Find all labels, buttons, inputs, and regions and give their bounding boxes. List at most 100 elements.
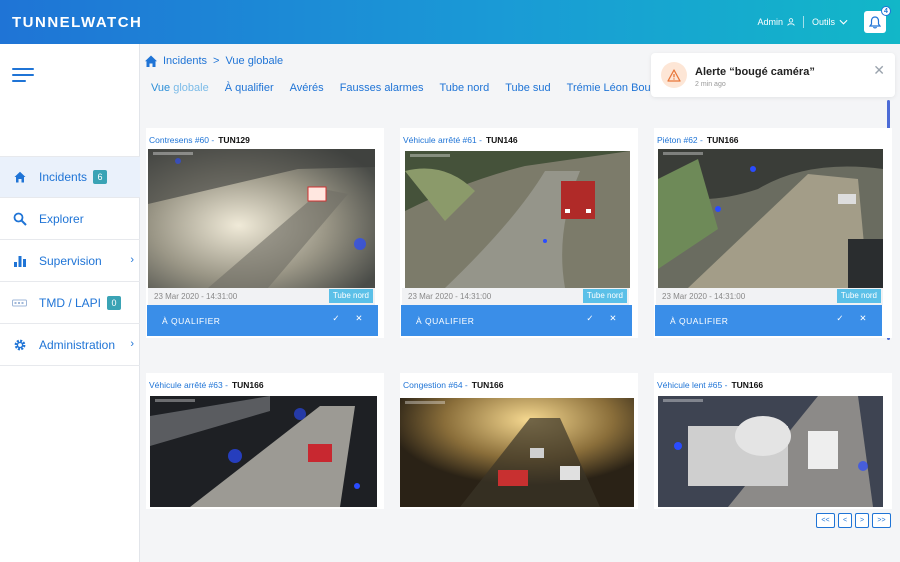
- location-tag: Tube nord: [582, 289, 627, 303]
- camera-image: [150, 396, 377, 507]
- camera-image: [400, 398, 634, 507]
- title-separator: -: [724, 380, 728, 390]
- incident-type: Piéton #62: [657, 135, 698, 145]
- search-icon: [12, 211, 27, 226]
- camera-timestamp: [155, 399, 195, 402]
- chevron-right-icon: ›: [130, 338, 134, 350]
- pagination-last-button[interactable]: >>: [872, 513, 891, 528]
- tools-menu[interactable]: Outils: [812, 17, 848, 27]
- camera-snapshot[interactable]: [405, 151, 630, 288]
- tab-vue-globale[interactable]: Vue globale: [151, 82, 209, 94]
- sidebar-item-label: Administration: [39, 337, 116, 352]
- card-title: Véhicule arrêté #63 - TUN166: [149, 380, 264, 390]
- header-actions: Admin Outils 4: [757, 6, 891, 34]
- tools-label: Outils: [811, 17, 835, 27]
- user-label: Admin: [757, 17, 783, 27]
- camera-snapshot[interactable]: [400, 398, 634, 507]
- user-menu[interactable]: Admin: [757, 17, 795, 27]
- incident-date: 23 Mar 2020 - 14:31:00: [662, 292, 746, 301]
- check-icon[interactable]: ✓: [332, 313, 340, 324]
- incident-date: 23 Mar 2020 - 14:31:00: [408, 292, 492, 301]
- pagination-first-button[interactable]: <<: [816, 513, 835, 528]
- incident-date: 23 Mar 2020 - 14:31:00: [154, 292, 238, 301]
- plate-icon: [12, 295, 27, 310]
- home-icon[interactable]: [144, 54, 158, 68]
- camera-image: [658, 396, 883, 507]
- card-meta: 23 Mar 2020 - 14:31:00 Tube nord: [656, 288, 883, 305]
- breadcrumb-separator: >: [213, 55, 220, 67]
- top-bar: TUNNELWATCH Admin Outils 4: [0, 0, 900, 44]
- card-title: Véhicule arrêté #61 - TUN146: [403, 135, 518, 145]
- sidebar-item-incidents[interactable]: Incidents 6: [0, 156, 140, 198]
- card-title: Véhicule lent #65 - TUN166: [657, 380, 763, 390]
- card-title: Piéton #62 - TUN166: [657, 135, 739, 145]
- tab-averes[interactable]: Avérés: [290, 82, 324, 94]
- close-icon[interactable]: ✕: [609, 313, 617, 324]
- tunnel-id: TUN166: [231, 380, 264, 390]
- qualify-button[interactable]: À QUALIFIER: [416, 316, 474, 326]
- qualify-button[interactable]: À QUALIFIER: [162, 316, 220, 326]
- notifications-button[interactable]: 4: [864, 6, 891, 33]
- sidebar-item-label: Explorer: [39, 211, 84, 226]
- qualify-bar: À QUALIFIER ✓ ✕: [401, 305, 632, 336]
- camera-snapshot[interactable]: [658, 396, 883, 507]
- sidebar-item-label: Supervision: [39, 253, 102, 268]
- tunnel-id: TUN166: [471, 380, 504, 390]
- tab-a-qualifier[interactable]: À qualifier: [225, 82, 274, 94]
- title-separator: -: [225, 380, 228, 390]
- tab-tube-nord[interactable]: Tube nord: [439, 82, 489, 94]
- sidebar-item-label: Incidents: [39, 170, 88, 184]
- pagination-prev-button[interactable]: <: [838, 513, 852, 528]
- camera-timestamp: [663, 152, 703, 155]
- camera-snapshot[interactable]: [150, 396, 377, 507]
- incident-type: Véhicule arrêté #63: [149, 380, 223, 390]
- chevron-down-icon: [839, 19, 848, 25]
- home-icon: [12, 170, 27, 185]
- breadcrumb-root[interactable]: Incidents: [163, 55, 207, 67]
- sidebar-item-tmd-lapi[interactable]: TMD / LAPI 0: [0, 282, 140, 324]
- camera-snapshot[interactable]: [148, 149, 375, 288]
- check-icon[interactable]: ✓: [586, 313, 594, 324]
- card-meta: 23 Mar 2020 - 14:31:00 Tube nord: [148, 288, 375, 305]
- card-meta: 23 Mar 2020 - 14:31:00 Tube nord: [402, 288, 629, 305]
- tunnel-id: TUN146: [485, 135, 518, 145]
- camera-timestamp: [410, 154, 450, 157]
- sidebar-item-supervision[interactable]: Supervision ›: [0, 240, 140, 282]
- notification-badge: 4: [881, 6, 891, 16]
- tunnel-id: TUN129: [218, 135, 250, 145]
- check-icon[interactable]: ✓: [836, 313, 844, 324]
- alert-title: Alerte “bougé caméra”: [695, 66, 815, 78]
- tab-fausses-alarmes[interactable]: Fausses alarmes: [340, 82, 424, 94]
- pagination-next-button[interactable]: >: [855, 513, 869, 528]
- camera-image: [148, 149, 375, 288]
- camera-timestamp: [405, 401, 445, 404]
- camera-snapshot[interactable]: [658, 149, 883, 288]
- warning-icon: [661, 62, 687, 88]
- tab-tube-sud[interactable]: Tube sud: [505, 82, 550, 94]
- close-icon[interactable]: ✕: [355, 313, 363, 324]
- location-tag: Tube nord: [836, 289, 881, 303]
- incident-type: Contresens #60: [149, 135, 210, 145]
- alert-time: 2 min ago: [695, 81, 726, 88]
- sidebar-item-administration[interactable]: Administration ›: [0, 324, 140, 366]
- menu-toggle-icon[interactable]: [12, 68, 34, 86]
- breadcrumb: Incidents > Vue globale: [144, 54, 283, 68]
- user-icon: [787, 18, 795, 26]
- incident-type: Congestion #64: [403, 380, 463, 390]
- camera-timestamp: [153, 152, 193, 155]
- tmd-count-badge: 0: [107, 295, 122, 310]
- sidebar-nav: Incidents 6 Explorer Supervision › TMD /…: [0, 156, 140, 366]
- sidebar-item-label: TMD / LAPI: [39, 295, 102, 310]
- sidebar-item-explorer[interactable]: Explorer: [0, 198, 140, 240]
- tunnel-id: TUN166: [731, 380, 764, 390]
- close-icon[interactable]: ✕: [873, 62, 885, 79]
- tab-label-part: Vue: [151, 82, 174, 94]
- bell-icon: [869, 15, 881, 29]
- close-icon[interactable]: ✕: [859, 313, 867, 324]
- brand-logo[interactable]: TUNNELWATCH: [12, 14, 142, 31]
- title-separator: -: [211, 135, 215, 145]
- incident-type: Véhicule arrêté #61: [403, 135, 477, 145]
- card-title: Congestion #64 - TUN166: [403, 380, 503, 390]
- qualify-button[interactable]: À QUALIFIER: [670, 316, 728, 326]
- breadcrumb-current: Vue globale: [225, 55, 284, 67]
